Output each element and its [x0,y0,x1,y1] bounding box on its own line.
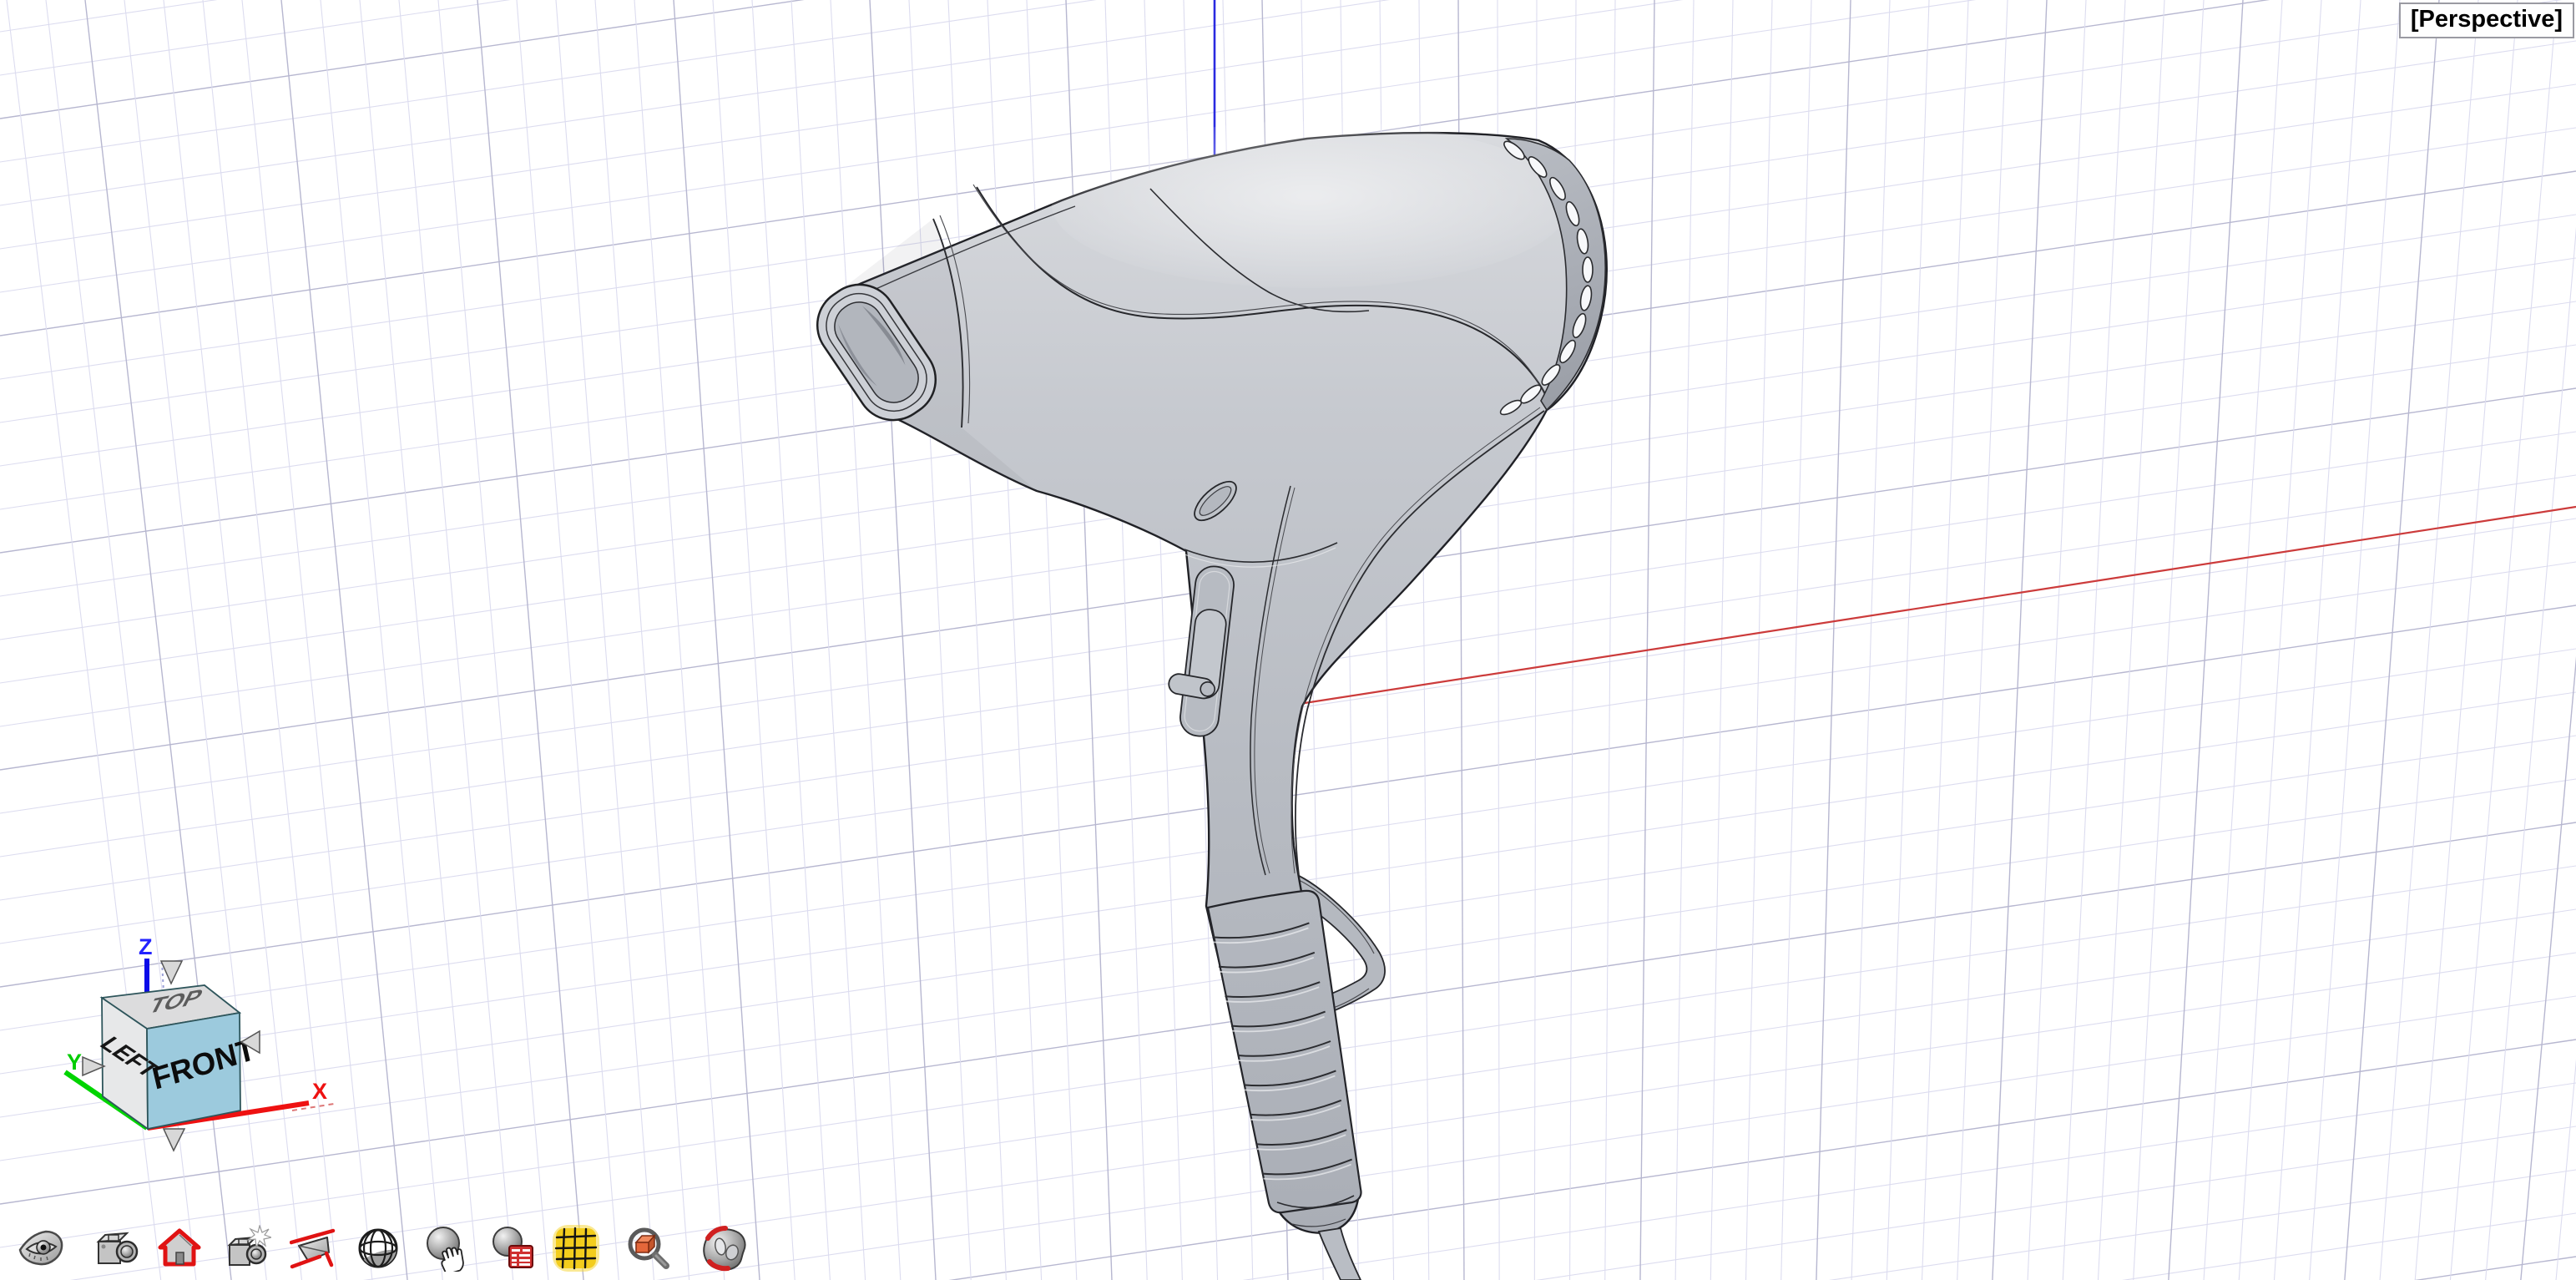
axis-label-y: Y [67,1050,82,1075]
axis-label-z: Z [139,934,153,959]
pan-sphere-icon [423,1225,470,1272]
cube-rotate-arrow-up[interactable] [161,961,182,984]
cube-rotate-arrow-down[interactable] [164,1129,184,1151]
toolbar-button-camera-flash[interactable] [225,1224,273,1272]
toolbar-button-pan-sphere[interactable] [423,1224,472,1272]
toolbar-button-grid-toggle[interactable] [553,1224,601,1272]
power-cord [1319,1228,1361,1280]
toolbar-button-globe[interactable] [355,1224,403,1272]
toolbar-button-camera-frustum[interactable] [290,1224,338,1272]
viewport-title[interactable]: [Perspective] [2399,3,2574,38]
toolbar-button-display-options[interactable] [490,1224,538,1272]
eye-icon [18,1225,65,1272]
x-axis-line [1305,507,2576,703]
viewport-3d: TOP LEFT FRONT X Y Z [Perspective] [0,0,2576,1280]
toolbar-button-zoom-selected[interactable] [624,1224,672,1272]
globe-icon [355,1225,402,1272]
view-cube-widget: TOP LEFT FRONT X Y Z [65,934,334,1151]
body-highlight [1052,121,1569,288]
camera-icon [93,1225,140,1272]
viewport-canvas[interactable]: TOP LEFT FRONT X Y Z [0,0,2576,1280]
grid-toggle-icon [553,1225,599,1272]
toolbar-button-camera[interactable] [93,1224,142,1272]
toolbar-button-eye[interactable] [18,1224,67,1272]
home-view-icon [156,1225,203,1272]
camera-frustum-icon [290,1225,336,1272]
axis-label-x: X [312,1079,327,1104]
model-hair-dryer[interactable] [803,121,1607,1280]
toolbar-button-home-view[interactable] [156,1224,205,1272]
display-options-icon [490,1225,537,1272]
shell-icon [700,1225,747,1272]
camera-flash-icon [225,1225,271,1272]
toolbar-button-shell[interactable] [700,1224,749,1272]
zoom-selected-icon [624,1225,670,1272]
